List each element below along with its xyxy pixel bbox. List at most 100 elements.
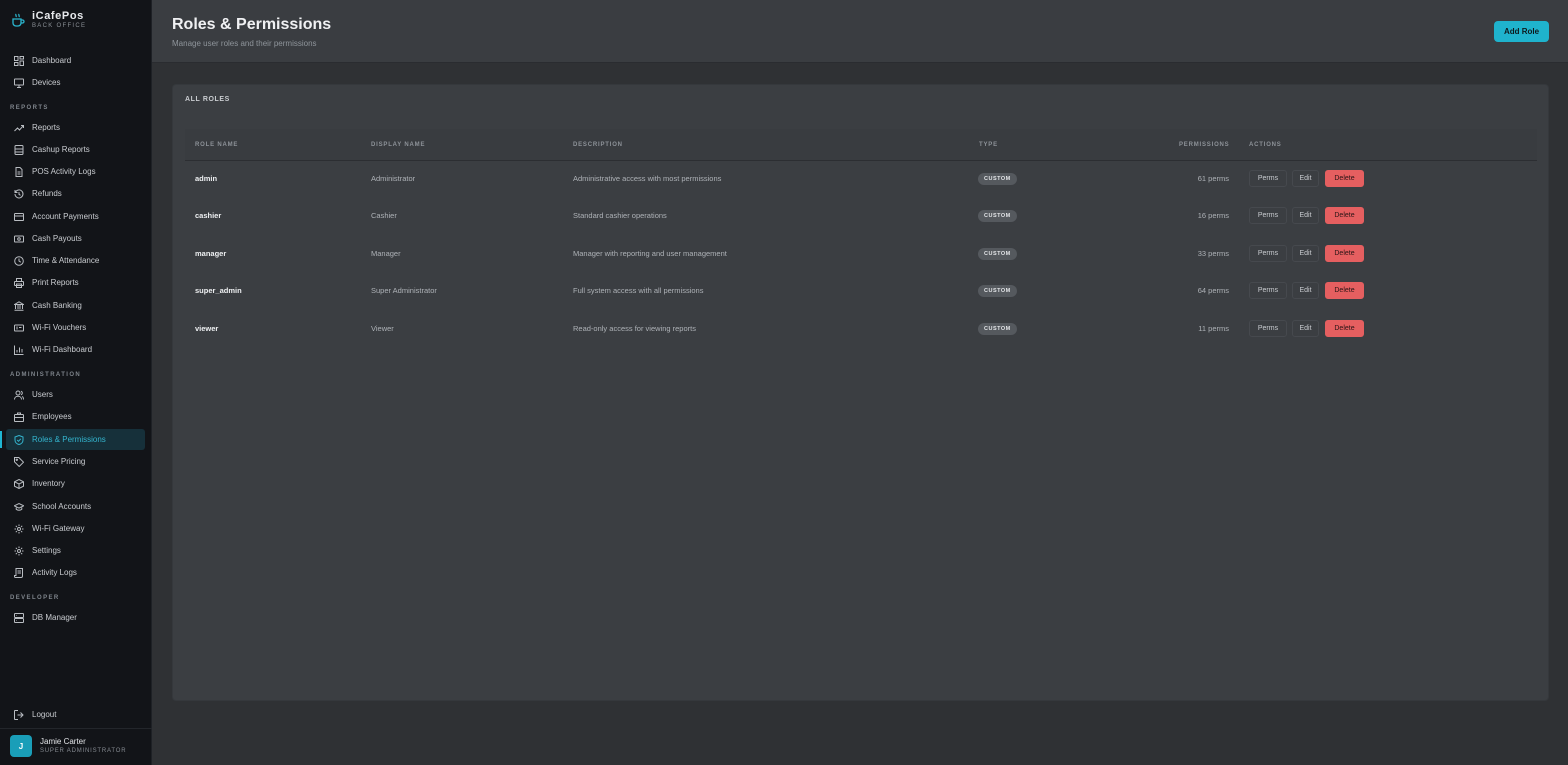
sidebar-item-users[interactable]: Users bbox=[6, 384, 145, 405]
edit-button[interactable]: Edit bbox=[1292, 320, 1319, 337]
avatar: J bbox=[10, 735, 32, 757]
delete-button[interactable]: Delete bbox=[1325, 282, 1364, 299]
column-header-role-name: ROLE NAME bbox=[195, 142, 239, 148]
database-icon bbox=[14, 144, 24, 155]
file-text-icon bbox=[15, 166, 23, 177]
sidebar-item-school-accounts[interactable]: School Accounts bbox=[6, 496, 145, 517]
sidebar-item-roles-permissions[interactable]: Roles & Permissions bbox=[6, 429, 145, 450]
printer-icon bbox=[14, 277, 24, 288]
trending-up-icon bbox=[14, 124, 24, 131]
sidebar-item-label: Devices bbox=[32, 78, 61, 87]
shield-icon bbox=[14, 434, 24, 445]
edit-button[interactable]: Edit bbox=[1292, 282, 1319, 299]
delete-button[interactable]: Delete bbox=[1325, 245, 1364, 262]
monitor-icon bbox=[14, 78, 24, 88]
sidebar-item-devices[interactable]: Devices bbox=[6, 72, 145, 93]
nav-section-reports: REPORTS bbox=[10, 105, 49, 111]
clock-icon bbox=[14, 255, 24, 266]
sidebar-item-print-reports[interactable]: Print Reports bbox=[6, 272, 145, 293]
delete-button[interactable]: Delete bbox=[1325, 207, 1364, 224]
role-name-cell: super_admin bbox=[195, 286, 242, 295]
type-badge: CUSTOM bbox=[978, 248, 1017, 260]
settings-icon bbox=[14, 546, 24, 555]
sidebar-item-label: Cash Payouts bbox=[32, 234, 82, 243]
column-header-display-name: DISPLAY NAME bbox=[371, 142, 426, 148]
sidebar-item-label: Inventory bbox=[32, 479, 65, 488]
briefcase-icon bbox=[14, 412, 24, 422]
display-name-cell: Cashier bbox=[371, 211, 397, 220]
sidebar-item-inventory[interactable]: Inventory bbox=[6, 473, 145, 494]
table-row: viewer Viewer Read-only access for viewi… bbox=[185, 311, 1537, 348]
coffee-cup-icon bbox=[12, 13, 25, 27]
user-name: Jamie Carter bbox=[40, 737, 86, 746]
sidebar-item-label: Roles & Permissions bbox=[32, 435, 106, 444]
display-name-cell: Administrator bbox=[371, 174, 416, 183]
sidebar: iCafePos BACK OFFICE Dashboard Devices R… bbox=[0, 0, 152, 765]
type-badge: CUSTOM bbox=[978, 323, 1017, 335]
sidebar-item-label: Dashboard bbox=[32, 56, 72, 65]
type-badge: CUSTOM bbox=[978, 173, 1017, 185]
logout-button[interactable]: Logout bbox=[6, 704, 145, 725]
permissions-count: 33 perms bbox=[1197, 249, 1229, 258]
bank-icon bbox=[14, 300, 24, 311]
sidebar-item-settings[interactable]: Settings bbox=[6, 540, 145, 561]
scroll-text-icon bbox=[14, 567, 23, 578]
sidebar-item-time-attendance[interactable]: Time & Attendance bbox=[6, 250, 145, 271]
sidebar-item-account-payments[interactable]: Account Payments bbox=[6, 206, 145, 227]
perms-button[interactable]: Perms bbox=[1249, 320, 1287, 337]
add-role-button[interactable]: Add Role bbox=[1494, 21, 1549, 42]
sidebar-item-label: DB Manager bbox=[32, 613, 77, 622]
sidebar-item-cashup-reports[interactable]: Cashup Reports bbox=[6, 139, 145, 160]
brand-subtitle: BACK OFFICE bbox=[32, 23, 87, 29]
page-title: Roles & Permissions bbox=[172, 16, 332, 33]
edit-button[interactable]: Edit bbox=[1292, 245, 1319, 262]
sidebar-item-label: Wi-Fi Dashboard bbox=[32, 345, 93, 354]
graduation-cap-icon bbox=[14, 502, 24, 511]
description-cell: Standard cashier operations bbox=[573, 211, 667, 220]
brand-logo[interactable]: iCafePos BACK OFFICE bbox=[11, 10, 86, 30]
sidebar-item-reports[interactable]: Reports bbox=[6, 117, 145, 138]
permissions-count: 16 perms bbox=[1197, 211, 1229, 220]
edit-button[interactable]: Edit bbox=[1292, 207, 1319, 224]
sidebar-item-label: Settings bbox=[32, 546, 61, 555]
user-role: SUPER ADMINISTRATOR bbox=[40, 748, 127, 754]
type-badge: CUSTOM bbox=[978, 285, 1017, 297]
perms-button[interactable]: Perms bbox=[1249, 245, 1287, 262]
sidebar-item-label: Account Payments bbox=[32, 212, 99, 221]
sidebar-item-dashboard[interactable]: Dashboard bbox=[6, 50, 145, 71]
gear-icon bbox=[14, 524, 24, 533]
sidebar-item-label: Reports bbox=[32, 123, 61, 132]
sidebar-item-service-pricing[interactable]: Service Pricing bbox=[6, 451, 145, 472]
nav-section-administration: ADMINISTRATION bbox=[10, 372, 82, 378]
sidebar-item-refunds[interactable]: Refunds bbox=[6, 183, 145, 204]
perms-button[interactable]: Perms bbox=[1249, 282, 1287, 299]
sidebar-item-activity-logs[interactable]: Activity Logs bbox=[6, 562, 145, 583]
sidebar-item-wifi-gateway[interactable]: Wi-Fi Gateway bbox=[6, 518, 145, 539]
table-row: cashier Cashier Standard cashier operati… bbox=[185, 198, 1537, 235]
perms-button[interactable]: Perms bbox=[1249, 207, 1287, 224]
perms-button[interactable]: Perms bbox=[1249, 170, 1287, 187]
sidebar-item-label: School Accounts bbox=[32, 502, 92, 511]
history-icon bbox=[14, 188, 24, 198]
delete-button[interactable]: Delete bbox=[1325, 320, 1364, 337]
sidebar-item-db-manager[interactable]: DB Manager bbox=[6, 607, 145, 628]
sidebar-item-wifi-dashboard[interactable]: Wi-Fi Dashboard bbox=[6, 339, 145, 360]
sidebar-item-pos-activity-logs[interactable]: POS Activity Logs bbox=[6, 161, 145, 182]
description-cell: Read-only access for viewing reports bbox=[573, 324, 696, 333]
delete-button[interactable]: Delete bbox=[1325, 170, 1364, 187]
edit-button[interactable]: Edit bbox=[1292, 170, 1319, 187]
user-profile[interactable]: J Jamie Carter SUPER ADMINISTRATOR bbox=[10, 735, 126, 757]
sidebar-divider bbox=[0, 728, 152, 729]
sidebar-item-label: Cashup Reports bbox=[32, 145, 90, 154]
display-name-cell: Viewer bbox=[371, 324, 394, 333]
table-header: ROLE NAME DISPLAY NAME DESCRIPTION TYPE … bbox=[185, 129, 1537, 161]
type-badge: CUSTOM bbox=[978, 210, 1017, 222]
column-header-type: TYPE bbox=[979, 142, 998, 148]
sidebar-item-wifi-vouchers[interactable]: Wi-Fi Vouchers bbox=[6, 317, 145, 338]
banknote-icon bbox=[14, 235, 24, 242]
sidebar-item-employees[interactable]: Employees bbox=[6, 406, 145, 427]
sidebar-item-cash-payouts[interactable]: Cash Payouts bbox=[6, 228, 145, 249]
active-indicator bbox=[0, 431, 2, 448]
sidebar-item-cash-banking[interactable]: Cash Banking bbox=[6, 295, 145, 316]
sidebar-item-label: Users bbox=[32, 390, 53, 399]
